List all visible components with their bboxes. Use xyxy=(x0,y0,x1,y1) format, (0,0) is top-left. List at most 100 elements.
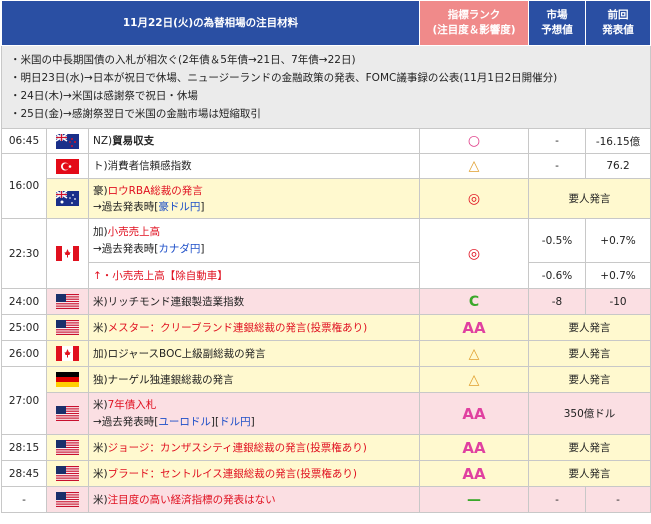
rank-double-circle-icon: ◎ xyxy=(467,190,481,207)
country-label: 米) xyxy=(93,441,108,454)
event-name: リッチモンド連銀製造業指数 xyxy=(107,295,245,308)
chart-link[interactable]: ドル円 xyxy=(219,416,251,428)
time-cell: 26:00 xyxy=(1,340,47,367)
page-title: 11月22日(火)の為替相場の注目材料 xyxy=(0,0,421,46)
country-label: 米) xyxy=(93,493,108,506)
event-cell: 米)ジョージ：カンザスシティ連銀総裁の発言(投票権あり) xyxy=(87,434,421,461)
header-row: 11月22日(火)の為替相場の注目材料 指標ランク (注目度＆影響度) 市場予想値… xyxy=(0,0,651,46)
rank-c-label: C xyxy=(468,293,480,310)
country-label: 米) xyxy=(93,295,108,308)
rank-triangle-icon: △ xyxy=(468,345,480,362)
usa-flag-icon xyxy=(56,406,79,421)
time-cell: 25:00 xyxy=(1,314,47,341)
event-name: ブラード：セントルイス連銀総裁の発言(投票権あり) xyxy=(107,467,357,480)
event-name: ロジャースBOC上級副総裁の発言 xyxy=(107,347,266,360)
usa-flag-icon xyxy=(56,294,79,309)
previous-cell: +0.7% xyxy=(585,262,651,289)
note-item: ・米国の中長期国債の入札が相次ぐ(2年債＆5年債→21日、7年債→22日) xyxy=(10,54,356,66)
merged-value-cell: 要人発言 xyxy=(528,314,651,341)
bracket-text: ] xyxy=(250,415,255,428)
flag-cell xyxy=(46,392,89,435)
merged-value-cell: 要人発言 xyxy=(528,178,651,219)
rank-cell: △ xyxy=(419,153,530,179)
notes-box: ・米国の中長期国債の入札が相次ぐ(2年債＆5年債→21日、7年債→22日) ・明… xyxy=(0,45,651,129)
forecast-header-line1: 市場 xyxy=(546,9,568,21)
table-row: 24:00 米)リッチモンド連銀製造業指数 C -8 -10 xyxy=(1,288,651,315)
time-cell: 22:30 xyxy=(1,218,47,289)
bracket-text: ] xyxy=(200,200,205,213)
turkey-flag-icon xyxy=(56,158,79,174)
rank-double-circle-icon: ◎ xyxy=(467,245,481,262)
forecast-cell: - xyxy=(528,486,587,513)
rank-aa-label: AA xyxy=(462,404,486,423)
previous-header-line1: 前回 xyxy=(607,9,629,21)
usa-flag-icon xyxy=(56,492,79,507)
event-name: 小売売上高 xyxy=(107,225,161,238)
event-name: 注目度の高い経済指標の発表はない xyxy=(107,493,276,506)
rank-triangle-icon: △ xyxy=(468,371,480,388)
merged-value-cell: 350億ドル xyxy=(528,392,651,435)
event-name: ↑・小売売上高【除自動車】 xyxy=(93,269,228,282)
flag-cell xyxy=(46,434,89,461)
merged-value-cell: 要人発言 xyxy=(528,434,651,461)
event-cell: 加)ロジャースBOC上級副総裁の発言 xyxy=(87,340,421,367)
bracket-text: ] xyxy=(200,242,205,255)
past-release-label: →過去発表時[ xyxy=(93,415,159,428)
merged-value-cell: 要人発言 xyxy=(528,460,651,487)
australia-flag-icon xyxy=(56,191,79,206)
note-item: ・明日23日(水)→日本が祝日で休場、ニュージーランドの金融政策の発表、FOMC… xyxy=(10,72,558,84)
rank-circle-icon: ○ xyxy=(467,133,481,149)
previous-header: 前回 発表値 xyxy=(585,0,651,46)
event-cell: 米)リッチモンド連銀製造業指数 xyxy=(87,288,421,315)
past-release-label: →過去発表時[ xyxy=(93,200,159,213)
flag-cell xyxy=(46,314,89,341)
canada-flag-icon xyxy=(56,246,79,261)
forecast-header-line2: 予想値 xyxy=(541,24,573,36)
bracket-text: ][ xyxy=(210,415,220,428)
usa-flag-icon xyxy=(56,440,79,455)
chart-link[interactable]: カナダ円 xyxy=(158,243,200,255)
rank-header: 指標ランク (注目度＆影響度) xyxy=(419,0,530,46)
event-cell: 独)ナーゲル独連銀総裁の発言 xyxy=(87,366,421,393)
time-cell: 28:15 xyxy=(1,434,47,461)
flag-cell xyxy=(46,288,89,315)
country-label: 米) xyxy=(93,467,108,480)
rank-triangle-icon: △ xyxy=(468,158,480,174)
rank-cell: C xyxy=(419,288,530,315)
previous-cell: -10 xyxy=(585,288,651,315)
previous-cell: - xyxy=(585,486,651,513)
country-label: 加) xyxy=(93,347,108,360)
previous-cell: +0.7% xyxy=(585,218,651,263)
event-name: 7年債入札 xyxy=(107,398,157,411)
economic-calendar-table: 11月22日(火)の為替相場の注目材料 指標ランク (注目度＆影響度) 市場予想値… xyxy=(0,0,651,513)
previous-cell: -16.15億 xyxy=(585,128,651,154)
table-row: 27:00 独)ナーゲル独連銀総裁の発言 △ 要人発言 xyxy=(1,366,651,435)
rank-cell: AA xyxy=(419,314,530,341)
event-cell: 豪)ロウRBA総裁の発言 →過去発表時[豪ドル円] xyxy=(87,178,421,219)
time-cell: - xyxy=(1,486,47,513)
canada-flag-icon xyxy=(56,346,79,361)
past-release-label: →過去発表時[ xyxy=(93,242,159,255)
rank-cell: △ xyxy=(419,340,530,367)
event-cell: 米)ブラード：セントルイス連銀総裁の発言(投票権あり) xyxy=(87,460,421,487)
rank-cell: △ xyxy=(419,366,530,393)
event-cell: ↑・小売売上高【除自動車】 xyxy=(87,262,421,289)
chart-link[interactable]: ユーロドル xyxy=(158,416,211,428)
event-name: ロウRBA総裁の発言 xyxy=(107,184,203,197)
country-label: 独) xyxy=(93,373,108,386)
previous-header-line2: 発表値 xyxy=(602,24,634,36)
table-row: 28:15 米)ジョージ：カンザスシティ連銀総裁の発言(投票権あり) AA 要人… xyxy=(1,434,651,461)
flag-cell xyxy=(46,218,89,289)
flag-cell xyxy=(46,366,89,393)
table-row: 26:00 加)ロジャースBOC上級副総裁の発言 △ 要人発言 xyxy=(1,340,651,367)
notes-row: ・米国の中長期国債の入札が相次ぐ(2年債＆5年債→21日、7年債→22日) ・明… xyxy=(0,45,651,129)
new-zealand-flag-icon xyxy=(56,133,79,149)
rank-cell: ○ xyxy=(419,128,530,154)
previous-cell: 76.2 xyxy=(585,153,651,179)
flag-cell xyxy=(46,178,89,219)
table-row: 米)7年債入札 →過去発表時[ユーロドル][ドル円] AA 350億ドル xyxy=(1,392,651,435)
chart-link[interactable]: 豪ドル円 xyxy=(158,201,200,213)
note-item: ・24日(木)→米国は感謝祭で祝日・休場 xyxy=(10,90,198,102)
table-row: 06:45 NZ)貿易収支 ○ - -16.15億 xyxy=(1,128,651,154)
forecast-cell: -0.6% xyxy=(528,262,587,289)
